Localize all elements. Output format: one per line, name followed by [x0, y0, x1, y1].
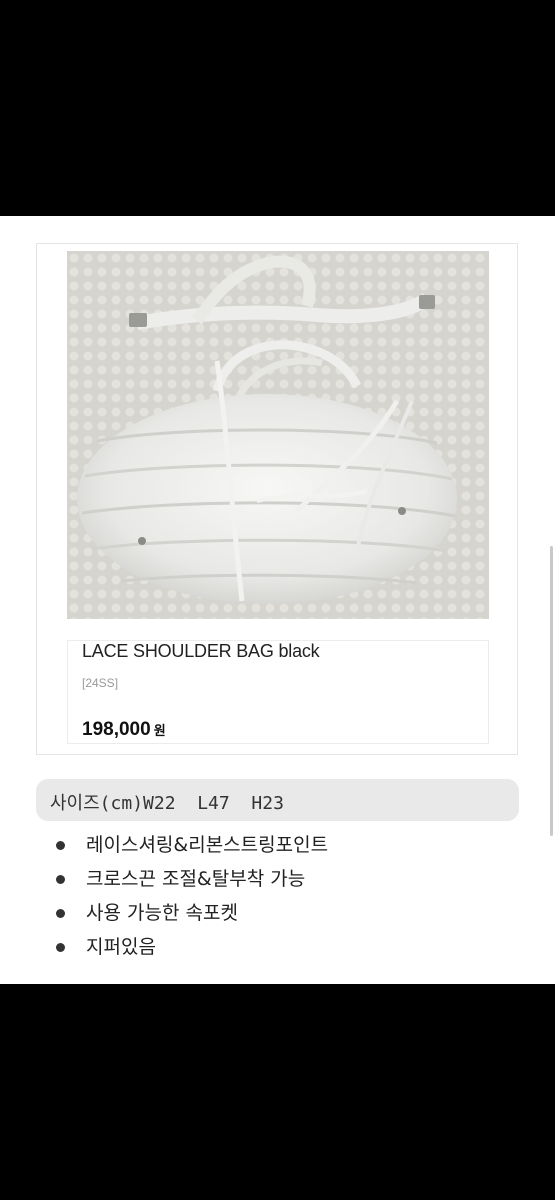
- feature-item: 사용 가능한 속포켓: [56, 896, 328, 930]
- product-image: [67, 251, 489, 619]
- price: 198,000 원: [82, 719, 166, 741]
- bullet-icon: [56, 943, 65, 952]
- content-area: LACE SHOULDER BAG black [24SS] 198,000 원 …: [0, 216, 555, 984]
- price-value: 198,000: [82, 719, 151, 740]
- bullet-icon: [56, 841, 65, 850]
- feature-text: 크로스끈 조절&탈부착 가능: [86, 868, 306, 890]
- feature-item: 크로스끈 조절&탈부착 가능: [56, 862, 328, 896]
- top-black-bar: [0, 0, 555, 216]
- bottom-black-bar: [0, 984, 555, 1200]
- feature-item: 레이스셔링&리본스트링포인트: [56, 828, 328, 862]
- product-card[interactable]: LACE SHOULDER BAG black [24SS] 198,000 원: [36, 243, 518, 755]
- bullet-icon: [56, 909, 65, 918]
- price-currency: 원: [153, 723, 166, 738]
- feature-text: 사용 가능한 속포켓: [86, 902, 238, 924]
- season-tag: [24SS]: [82, 676, 119, 690]
- bullet-icon: [56, 875, 65, 884]
- feature-text: 레이스셔링&리본스트링포인트: [86, 834, 329, 856]
- feature-list: 레이스셔링&리본스트링포인트 크로스끈 조절&탈부착 가능 사용 가능한 속포켓…: [56, 828, 328, 964]
- product-info: LACE SHOULDER BAG black [24SS] 198,000 원: [67, 640, 489, 744]
- scrollbar[interactable]: [550, 546, 553, 836]
- size-info-bar: 사이즈(cm)W22 L47 H23: [36, 779, 519, 821]
- feature-text: 지퍼있음: [86, 936, 156, 958]
- product-name[interactable]: LACE SHOULDER BAG black: [82, 641, 320, 662]
- feature-item: 지퍼있음: [56, 930, 328, 964]
- size-info-text: 사이즈(cm)W22 L47 H23: [50, 793, 284, 814]
